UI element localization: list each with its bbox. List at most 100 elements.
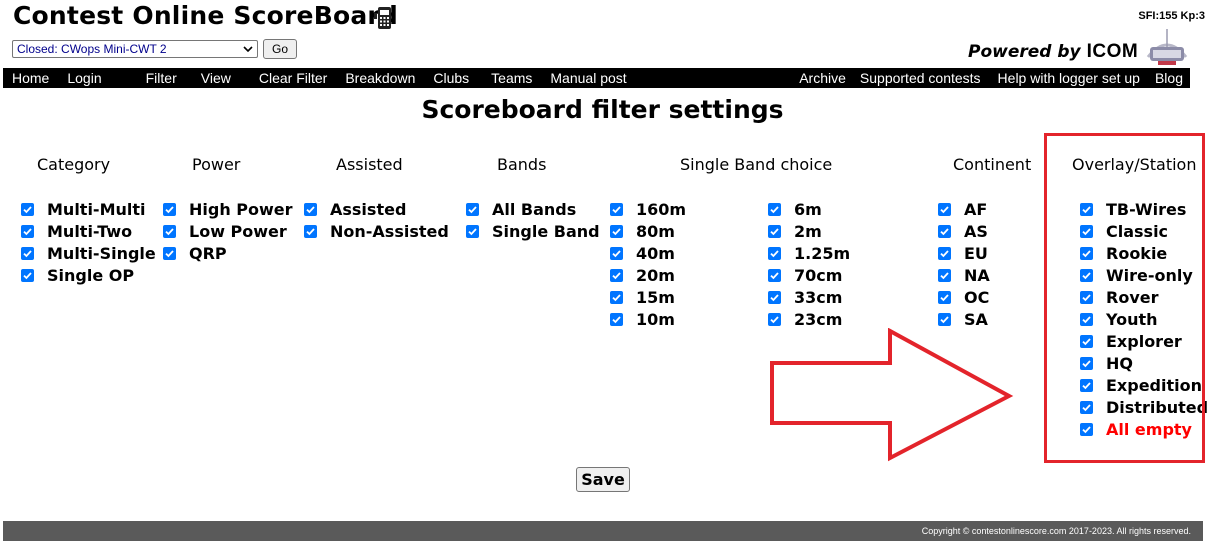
option-label-multi-single: Multi-Single (47, 243, 156, 263)
checkbox-non-assisted[interactable] (304, 224, 317, 238)
nav-archive[interactable]: Archive (790, 70, 851, 86)
option-10m[interactable]: 10m (610, 308, 686, 330)
checkbox-2m[interactable] (768, 224, 781, 238)
option-40m[interactable]: 40m (610, 242, 686, 264)
checkmark-icon (770, 293, 779, 301)
nav-clubs[interactable]: Clubs (424, 70, 478, 86)
checkmark-icon (770, 271, 779, 279)
option-eu[interactable]: EU (938, 242, 990, 264)
contest-select[interactable]: Closed: CWops Mini-CWT 2 (12, 40, 258, 58)
option-70cm[interactable]: 70cm (768, 264, 850, 286)
checkmark-icon (940, 315, 949, 323)
nav-blog[interactable]: Blog (1146, 70, 1190, 86)
option-label-assisted: Assisted (330, 199, 407, 219)
mobile-phone-icon[interactable] (374, 5, 396, 31)
option-af[interactable]: AF (938, 198, 990, 220)
option-1-25m[interactable]: 1.25m (768, 242, 850, 264)
checkbox-160m[interactable] (610, 202, 623, 216)
option-160m[interactable]: 160m (610, 198, 686, 220)
checkbox-assisted[interactable] (304, 202, 317, 216)
main-navbar: Home Login Filter View Clear Filter Brea… (3, 68, 1190, 88)
checkbox-multi-two[interactable] (21, 224, 34, 238)
option-23cm[interactable]: 23cm (768, 308, 850, 330)
page-title: Scoreboard filter settings (421, 95, 784, 124)
nav-view[interactable]: View (192, 70, 240, 86)
nav-logger-help[interactable]: Help with logger set up (989, 70, 1146, 86)
nav-breakdown[interactable]: Breakdown (336, 70, 424, 86)
checkbox-all-bands[interactable] (466, 202, 479, 216)
checkmark-icon (940, 205, 949, 213)
option-label-33cm: 33cm (794, 287, 843, 307)
option-as[interactable]: AS (938, 220, 990, 242)
checkbox-na[interactable] (938, 268, 951, 282)
go-button[interactable]: Go (263, 39, 297, 59)
option-oc[interactable]: OC (938, 286, 990, 308)
option-all-bands[interactable]: All Bands (466, 198, 600, 220)
category-options: Multi-Multi Multi-Two Multi-Single Single O… (21, 198, 156, 286)
option-33cm[interactable]: 33cm (768, 286, 850, 308)
option-20m[interactable]: 20m (610, 264, 686, 286)
checkmark-icon (306, 227, 315, 235)
checkmark-icon (612, 205, 621, 213)
checkbox-high-power[interactable] (163, 202, 176, 216)
option-80m[interactable]: 80m (610, 220, 686, 242)
power-header: Power (192, 155, 241, 174)
wrtc-logo[interactable] (1144, 27, 1190, 67)
option-label-20m: 20m (636, 265, 675, 285)
checkbox-multi-single[interactable] (21, 246, 34, 260)
checkbox-af[interactable] (938, 202, 951, 216)
option-low-power[interactable]: Low Power (163, 220, 293, 242)
option-multi-two[interactable]: Multi-Two (21, 220, 156, 242)
option-2m[interactable]: 2m (768, 220, 850, 242)
nav-home[interactable]: Home (3, 70, 58, 86)
continent-header: Continent (953, 155, 1032, 174)
checkbox-low-power[interactable] (163, 224, 176, 238)
nav-filter[interactable]: Filter (137, 70, 186, 86)
save-button[interactable]: Save (576, 467, 630, 492)
option-single-band[interactable]: Single Band (466, 220, 600, 242)
option-label-multi-two: Multi-Two (47, 221, 133, 241)
option-15m[interactable]: 15m (610, 286, 686, 308)
option-multi-single[interactable]: Multi-Single (21, 242, 156, 264)
checkbox-10m[interactable] (610, 312, 623, 326)
option-non-assisted[interactable]: Non-Assisted (304, 220, 449, 242)
option-label-multi-multi: Multi-Multi (47, 199, 146, 219)
checkbox-qrp[interactable] (163, 246, 176, 260)
checkbox-6m[interactable] (768, 202, 781, 216)
option-multi-multi[interactable]: Multi-Multi (21, 198, 156, 220)
checkbox-20m[interactable] (610, 268, 623, 282)
powered-by-icom[interactable]: Powered by ICOM (968, 41, 1138, 63)
nav-login[interactable]: Login (58, 70, 110, 86)
checkbox-1-25m[interactable] (768, 246, 781, 260)
checkbox-15m[interactable] (610, 290, 623, 304)
checkbox-70cm[interactable] (768, 268, 781, 282)
option-sa[interactable]: SA (938, 308, 990, 330)
option-assisted[interactable]: Assisted (304, 198, 449, 220)
checkbox-single-op[interactable] (21, 268, 34, 282)
checkbox-as[interactable] (938, 224, 951, 238)
checkmark-icon (306, 205, 315, 213)
checkbox-eu[interactable] (938, 246, 951, 260)
option-qrp[interactable]: QRP (163, 242, 293, 264)
option-na[interactable]: NA (938, 264, 990, 286)
nav-clear-filter[interactable]: Clear Filter (250, 70, 336, 86)
option-single-op[interactable]: Single OP (21, 264, 156, 286)
bands-options: All Bands Single Band (466, 198, 600, 242)
checkbox-33cm[interactable] (768, 290, 781, 304)
nav-teams[interactable]: Teams (482, 70, 541, 86)
nav-supported-contests[interactable]: Supported contests (851, 70, 989, 86)
checkmark-icon (940, 227, 949, 235)
checkbox-40m[interactable] (610, 246, 623, 260)
checkbox-oc[interactable] (938, 290, 951, 304)
checkbox-sa[interactable] (938, 312, 951, 326)
checkbox-23cm[interactable] (768, 312, 781, 326)
checkbox-80m[interactable] (610, 224, 623, 238)
checkmark-icon (612, 227, 621, 235)
checkbox-single-band[interactable] (466, 224, 479, 238)
option-high-power[interactable]: High Power (163, 198, 293, 220)
nav-manual-post[interactable]: Manual post (541, 70, 635, 86)
option-label-2m: 2m (794, 221, 822, 241)
option-6m[interactable]: 6m (768, 198, 850, 220)
powered-by-label: Powered by (968, 42, 1081, 62)
checkbox-multi-multi[interactable] (21, 202, 34, 216)
